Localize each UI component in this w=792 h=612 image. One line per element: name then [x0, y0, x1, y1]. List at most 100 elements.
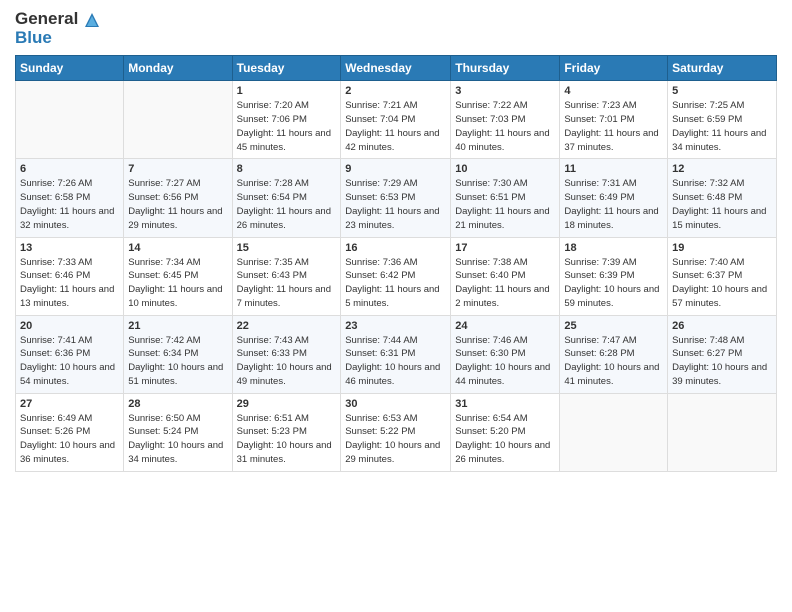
calendar-cell: 23 Sunrise: 7:44 AM Sunset: 6:31 PM Dayli…: [341, 315, 451, 393]
calendar-cell: 27 Sunrise: 6:49 AM Sunset: 5:26 PM Dayli…: [16, 393, 124, 471]
day-number: 8: [237, 163, 337, 175]
day-number: 22: [237, 320, 337, 332]
calendar-week-row: 1Sunrise: 7:20 AM Sunset: 7:06 PM Daylig…: [16, 81, 777, 159]
day-info: Sunrise: 7:22 AM Sunset: 7:03 PM Dayligh…: [455, 99, 555, 154]
calendar-cell: 26 Sunrise: 7:48 AM Sunset: 6:27 PM Dayli…: [668, 315, 777, 393]
day-info: Sunrise: 7:26 AM Sunset: 6:58 PM Dayligh…: [20, 177, 119, 232]
day-number: 14: [128, 242, 227, 254]
day-info: Sunrise: 7:38 AM Sunset: 6:40 PM Dayligh…: [455, 256, 555, 311]
day-info: Sunrise: 7:25 AM Sunset: 6:59 PM Dayligh…: [672, 99, 772, 154]
calendar-cell: 5 Sunrise: 7:25 AM Sunset: 6:59 PM Daylig…: [668, 81, 777, 159]
calendar-cell: [560, 393, 668, 471]
calendar-cell: 19 Sunrise: 7:40 AM Sunset: 6:37 PM Dayli…: [668, 237, 777, 315]
day-number: 25: [564, 320, 663, 332]
day-number: 11: [564, 163, 663, 175]
day-number: 10: [455, 163, 555, 175]
day-info: Sunrise: 7:23 AM Sunset: 7:01 PM Dayligh…: [564, 99, 663, 154]
calendar-cell: [124, 81, 232, 159]
day-info: Sunrise: 7:28 AM Sunset: 6:54 PM Dayligh…: [237, 177, 337, 232]
calendar-week-row: 6Sunrise: 7:26 AM Sunset: 6:58 PM Daylig…: [16, 159, 777, 237]
calendar-cell: 25 Sunrise: 7:47 AM Sunset: 6:28 PM Dayli…: [560, 315, 668, 393]
day-info: Sunrise: 7:32 AM Sunset: 6:48 PM Dayligh…: [672, 177, 772, 232]
calendar-cell: 9Sunrise: 7:29 AM Sunset: 6:53 PM Daylig…: [341, 159, 451, 237]
calendar-cell: 22 Sunrise: 7:43 AM Sunset: 6:33 PM Dayli…: [232, 315, 341, 393]
calendar-header-row: SundayMondayTuesdayWednesdayThursdayFrid…: [16, 56, 777, 81]
day-number: 17: [455, 242, 555, 254]
logo-blue-text: Blue: [15, 29, 52, 48]
day-info: Sunrise: 7:43 AM Sunset: 6:33 PM Dayligh…: [237, 334, 337, 389]
day-number: 19: [672, 242, 772, 254]
day-number: 4: [564, 85, 663, 97]
calendar-cell: 14Sunrise: 7:34 AM Sunset: 6:45 PM Dayli…: [124, 237, 232, 315]
col-header-monday: Monday: [124, 56, 232, 81]
day-info: Sunrise: 7:46 AM Sunset: 6:30 PM Dayligh…: [455, 334, 555, 389]
calendar-cell: 12Sunrise: 7:32 AM Sunset: 6:48 PM Dayli…: [668, 159, 777, 237]
day-info: Sunrise: 7:47 AM Sunset: 6:28 PM Dayligh…: [564, 334, 663, 389]
col-header-saturday: Saturday: [668, 56, 777, 81]
day-info: Sunrise: 7:48 AM Sunset: 6:27 PM Dayligh…: [672, 334, 772, 389]
calendar-cell: 6Sunrise: 7:26 AM Sunset: 6:58 PM Daylig…: [16, 159, 124, 237]
day-info: Sunrise: 7:33 AM Sunset: 6:46 PM Dayligh…: [20, 256, 119, 311]
day-number: 20: [20, 320, 119, 332]
day-info: Sunrise: 7:27 AM Sunset: 6:56 PM Dayligh…: [128, 177, 227, 232]
calendar-cell: 24 Sunrise: 7:46 AM Sunset: 6:30 PM Dayli…: [451, 315, 560, 393]
day-info: Sunrise: 6:49 AM Sunset: 5:26 PM Dayligh…: [20, 412, 119, 467]
day-number: 26: [672, 320, 772, 332]
col-header-tuesday: Tuesday: [232, 56, 341, 81]
day-number: 16: [345, 242, 446, 254]
calendar-cell: [668, 393, 777, 471]
day-number: 29: [237, 398, 337, 410]
calendar-cell: 4 Sunrise: 7:23 AM Sunset: 7:01 PM Daylig…: [560, 81, 668, 159]
day-number: 24: [455, 320, 555, 332]
day-number: 31: [455, 398, 555, 410]
day-number: 7: [128, 163, 227, 175]
day-number: 27: [20, 398, 119, 410]
calendar-cell: 2 Sunrise: 7:21 AM Sunset: 7:04 PM Daylig…: [341, 81, 451, 159]
col-header-sunday: Sunday: [16, 56, 124, 81]
calendar-cell: 7 Sunrise: 7:27 AM Sunset: 6:56 PM Daylig…: [124, 159, 232, 237]
day-info: Sunrise: 6:54 AM Sunset: 5:20 PM Dayligh…: [455, 412, 555, 467]
day-number: 5: [672, 85, 772, 97]
day-info: Sunrise: 7:40 AM Sunset: 6:37 PM Dayligh…: [672, 256, 772, 311]
day-number: 9: [345, 163, 446, 175]
calendar-cell: 21 Sunrise: 7:42 AM Sunset: 6:34 PM Dayli…: [124, 315, 232, 393]
calendar-cell: 3 Sunrise: 7:22 AM Sunset: 7:03 PM Daylig…: [451, 81, 560, 159]
calendar-cell: 10 Sunrise: 7:30 AM Sunset: 6:51 PM Dayli…: [451, 159, 560, 237]
calendar-week-row: 20 Sunrise: 7:41 AM Sunset: 6:36 PM Dayli…: [16, 315, 777, 393]
day-info: Sunrise: 7:42 AM Sunset: 6:34 PM Dayligh…: [128, 334, 227, 389]
logo-icon: [83, 11, 101, 29]
calendar-cell: 17 Sunrise: 7:38 AM Sunset: 6:40 PM Dayli…: [451, 237, 560, 315]
day-number: 23: [345, 320, 446, 332]
day-info: Sunrise: 7:30 AM Sunset: 6:51 PM Dayligh…: [455, 177, 555, 232]
day-info: Sunrise: 7:39 AM Sunset: 6:39 PM Dayligh…: [564, 256, 663, 311]
calendar-cell: [16, 81, 124, 159]
calendar-cell: 28 Sunrise: 6:50 AM Sunset: 5:24 PM Dayli…: [124, 393, 232, 471]
header: General Blue: [15, 10, 777, 47]
calendar-week-row: 27 Sunrise: 6:49 AM Sunset: 5:26 PM Dayli…: [16, 393, 777, 471]
calendar-cell: 31 Sunrise: 6:54 AM Sunset: 5:20 PM Dayli…: [451, 393, 560, 471]
calendar-cell: 15Sunrise: 7:35 AM Sunset: 6:43 PM Dayli…: [232, 237, 341, 315]
col-header-thursday: Thursday: [451, 56, 560, 81]
day-number: 2: [345, 85, 446, 97]
day-info: Sunrise: 7:44 AM Sunset: 6:31 PM Dayligh…: [345, 334, 446, 389]
calendar-cell: 8 Sunrise: 7:28 AM Sunset: 6:54 PM Daylig…: [232, 159, 341, 237]
calendar-cell: 18 Sunrise: 7:39 AM Sunset: 6:39 PM Dayli…: [560, 237, 668, 315]
day-number: 18: [564, 242, 663, 254]
logo: General Blue: [15, 10, 101, 47]
day-info: Sunrise: 6:51 AM Sunset: 5:23 PM Dayligh…: [237, 412, 337, 467]
calendar-cell: 11Sunrise: 7:31 AM Sunset: 6:49 PM Dayli…: [560, 159, 668, 237]
calendar-cell: 29 Sunrise: 6:51 AM Sunset: 5:23 PM Dayli…: [232, 393, 341, 471]
calendar-cell: 13Sunrise: 7:33 AM Sunset: 6:46 PM Dayli…: [16, 237, 124, 315]
day-number: 30: [345, 398, 446, 410]
day-info: Sunrise: 7:21 AM Sunset: 7:04 PM Dayligh…: [345, 99, 446, 154]
day-number: 1: [237, 85, 337, 97]
col-header-friday: Friday: [560, 56, 668, 81]
day-number: 28: [128, 398, 227, 410]
day-info: Sunrise: 7:35 AM Sunset: 6:43 PM Dayligh…: [237, 256, 337, 311]
day-info: Sunrise: 7:41 AM Sunset: 6:36 PM Dayligh…: [20, 334, 119, 389]
day-number: 21: [128, 320, 227, 332]
day-info: Sunrise: 6:53 AM Sunset: 5:22 PM Dayligh…: [345, 412, 446, 467]
day-info: Sunrise: 6:50 AM Sunset: 5:24 PM Dayligh…: [128, 412, 227, 467]
logo-text: General: [15, 10, 101, 29]
day-number: 3: [455, 85, 555, 97]
